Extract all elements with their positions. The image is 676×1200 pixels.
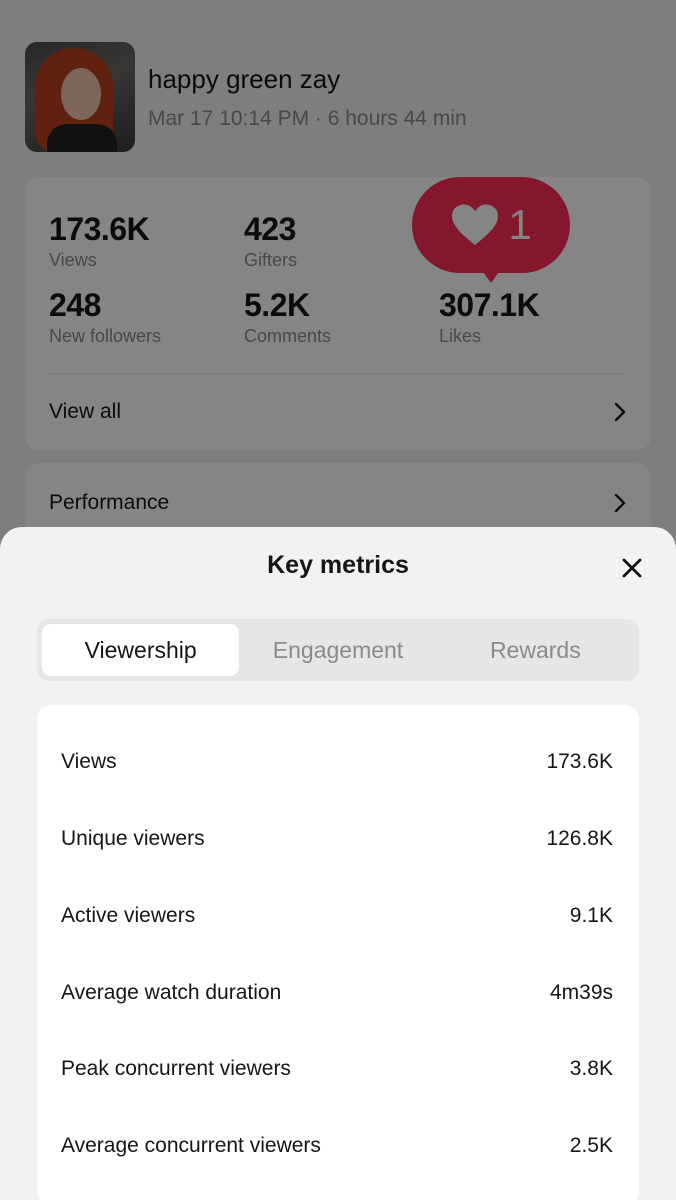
metric-row-active-viewers: Active viewers 9.1K [61, 896, 613, 936]
metric-value: 173.6K [546, 750, 613, 773]
key-metrics-sheet: Key metrics Viewership Engagement Reward… [0, 527, 676, 1200]
metric-row-views: Views 173.6K [61, 742, 613, 782]
close-button[interactable] [614, 550, 650, 586]
metric-row-average-concurrent-viewers: Average concurrent viewers 2.5K [61, 1126, 613, 1166]
metric-label: Peak concurrent viewers [61, 1057, 291, 1080]
tab-engagement[interactable]: Engagement [239, 624, 436, 676]
metric-value: 2.5K [569, 1134, 613, 1157]
metric-row-peak-concurrent-viewers: Peak concurrent viewers 3.8K [61, 1049, 613, 1089]
metrics-tabs: Viewership Engagement Rewards [37, 619, 639, 681]
metric-value: 126.8K [546, 827, 613, 850]
close-icon [622, 558, 642, 578]
metric-value: 3.8K [569, 1057, 613, 1080]
metric-label: Average concurrent viewers [61, 1134, 321, 1157]
metric-label: Views [61, 750, 117, 773]
metric-label: Average watch duration [61, 981, 282, 1004]
tab-viewership[interactable]: Viewership [42, 624, 240, 676]
metrics-list: Views 173.6K Unique viewers 126.8K Activ… [37, 705, 639, 1200]
metric-label: Active viewers [61, 904, 196, 927]
metric-value: 4m39s [549, 981, 613, 1004]
metric-row-unique-viewers: Unique viewers 126.8K [61, 819, 613, 859]
metric-row-average-watch-duration: Average watch duration 4m39s [61, 973, 613, 1013]
metric-value: 9.1K [569, 904, 613, 927]
metric-label: Unique viewers [61, 827, 205, 850]
sheet-title: Key metrics [267, 551, 409, 579]
tab-rewards[interactable]: Rewards [437, 624, 634, 676]
